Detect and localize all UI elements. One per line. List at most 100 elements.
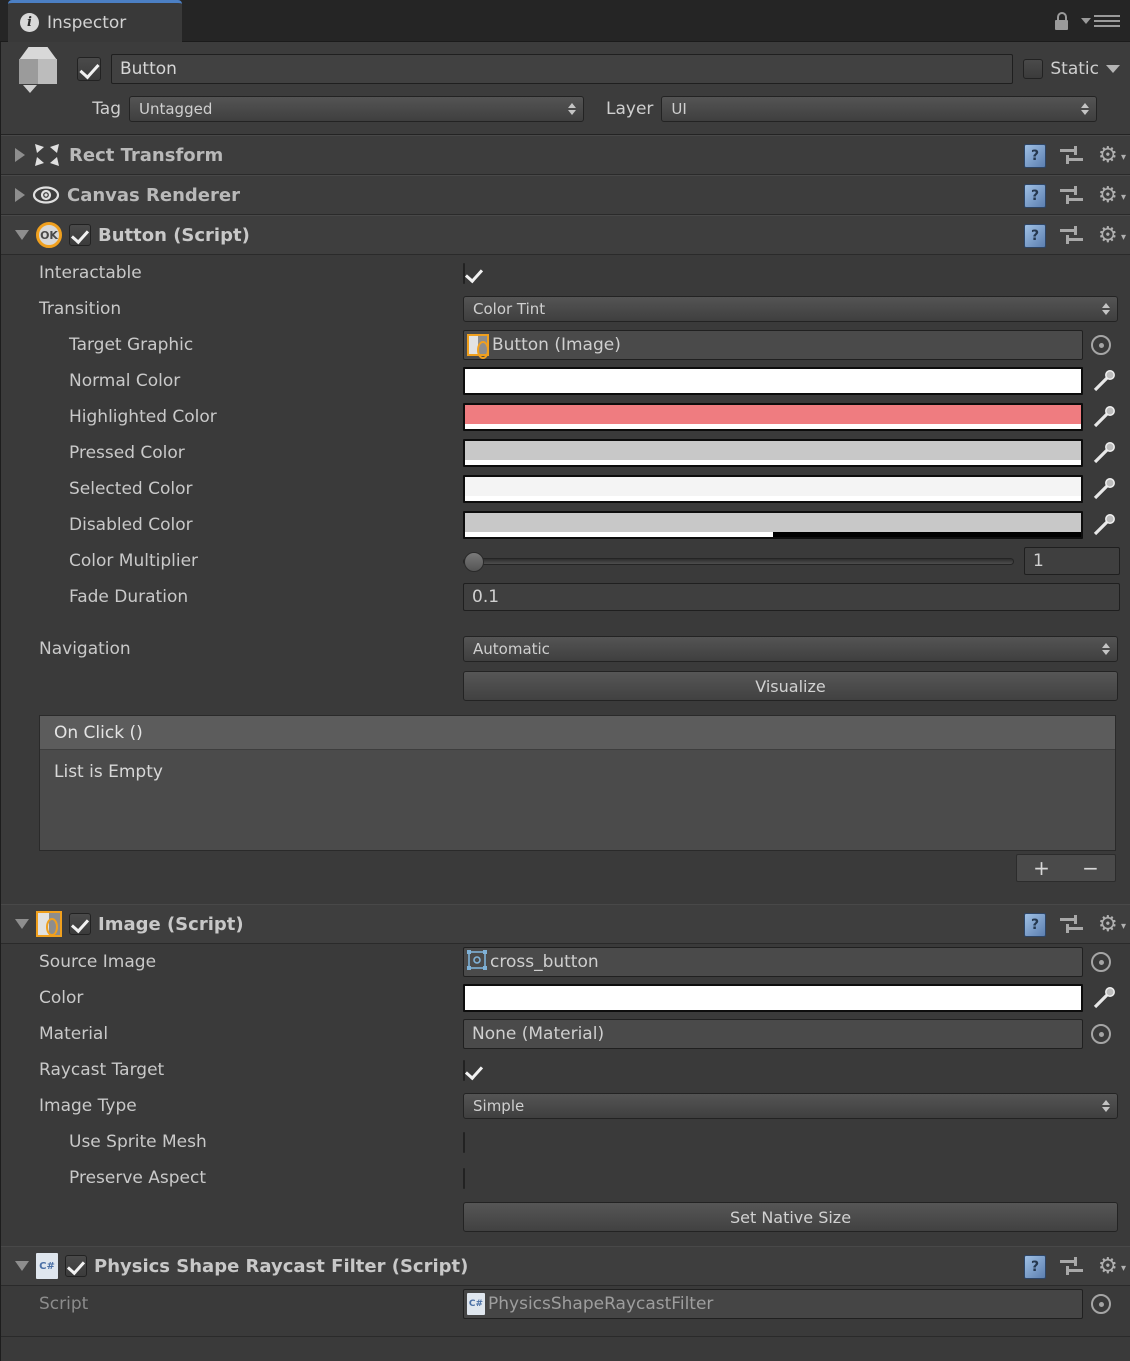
navigation-dropdown[interactable]: Automatic [463,636,1118,662]
static-label: Static [1050,59,1099,79]
fade-duration-input[interactable]: 0.1 [463,583,1120,611]
row-field: C# PhysicsShapeRaycastFilter [463,1289,1130,1319]
component-header-canvas-renderer[interactable]: Canvas Renderer ? ⚙ [1,175,1130,215]
static-dropdown-icon[interactable] [1106,65,1120,73]
eyedropper-icon[interactable] [1091,404,1117,430]
color-multiplier-input[interactable]: 1 [1024,547,1120,575]
component-header-button-script[interactable]: OK Button (Script) ? ⚙ [1,215,1130,255]
row-label: Fade Duration [69,587,189,607]
pressed-color-swatch[interactable] [463,439,1083,467]
gameobject-name-input[interactable]: Button [111,54,1014,84]
selected-color-swatch[interactable] [463,475,1083,503]
row-interactable: Interactable [1,255,1130,291]
eyedropper-icon[interactable] [1091,440,1117,466]
foldout-arrow-icon[interactable] [15,230,29,240]
gameobject-name-row: Button Static [11,47,1120,93]
preset-slider-icon[interactable] [1060,1257,1084,1277]
foldout-arrow-icon[interactable] [15,1261,29,1271]
material-object-field[interactable]: None (Material) [463,1019,1083,1049]
tabbar-right-controls [1054,0,1120,42]
component-header-actions: ? ⚙ [1024,1247,1126,1287]
preset-slider-icon[interactable] [1060,226,1084,246]
preset-slider-icon[interactable] [1060,146,1084,166]
ok-script-icon: OK [36,222,62,248]
gear-icon[interactable]: ⚙ [1098,145,1126,170]
image-type-dropdown[interactable]: Simple [463,1093,1118,1119]
foldout-arrow-icon[interactable] [15,148,25,162]
button-script-enabled-checkbox[interactable] [69,224,91,246]
gear-icon[interactable]: ⚙ [1098,914,1126,939]
row-use-sprite-mesh: Use Sprite Mesh [1,1124,1130,1160]
preset-slider-icon[interactable] [1060,915,1084,935]
target-graphic-picker-icon[interactable] [1091,335,1111,355]
script-picker-icon[interactable] [1091,1294,1111,1314]
help-book-icon[interactable]: ? [1024,913,1046,937]
layer-dropdown[interactable]: UI [661,96,1098,122]
component-header-image-script[interactable]: Image (Script) ? ⚙ [1,904,1130,944]
component-header-physics-shape-raycast-filter[interactable]: C# Physics Shape Raycast Filter (Script)… [1,1246,1130,1286]
tag-dropdown[interactable]: Untagged [129,96,584,122]
source-image-picker-icon[interactable] [1091,952,1111,972]
help-book-icon[interactable]: ? [1024,1255,1046,1279]
swatch-color [465,369,1081,388]
highlighted-color-swatch[interactable] [463,403,1083,431]
add-event-button[interactable]: + [1033,856,1050,880]
lock-icon[interactable] [1054,12,1069,30]
gear-icon[interactable]: ⚙ [1098,225,1126,250]
row-pressed-color: Pressed Color [1,435,1130,471]
image-script-enabled-checkbox[interactable] [69,913,91,935]
image-type-value: Simple [473,1097,525,1115]
row-label: Source Image [39,952,157,972]
on-click-event-list: On Click () List is Empty [39,715,1116,851]
gear-icon[interactable]: ⚙ [1098,185,1126,210]
row-field [463,403,1130,431]
disabled-color-swatch[interactable] [463,511,1083,539]
row-label: Pressed Color [69,443,185,463]
image-color-swatch[interactable] [463,984,1083,1012]
preserve-aspect-checkbox[interactable] [463,1167,465,1189]
physics-filter-enabled-checkbox[interactable] [65,1255,87,1277]
remove-event-button[interactable]: − [1082,856,1099,880]
interactable-checkbox[interactable] [463,262,465,284]
row-label: Use Sprite Mesh [69,1132,207,1152]
eyedropper-icon[interactable] [1091,512,1117,538]
component-header-rect-transform[interactable]: Rect Transform ? ⚙ [1,135,1130,175]
row-label: Interactable [39,263,142,283]
gameobject-enabled-checkbox[interactable] [77,57,101,81]
normal-color-swatch[interactable] [463,367,1083,395]
source-image-object-field[interactable]: cross_button [463,947,1083,977]
foldout-arrow-icon[interactable] [15,188,25,202]
raycast-target-checkbox[interactable] [463,1059,465,1081]
target-graphic-object-field[interactable]: Button (Image) [463,330,1083,360]
navigation-value: Automatic [473,640,550,658]
color-multiplier-slider[interactable] [463,551,1014,572]
row-field: Set Native Size [463,1202,1130,1232]
on-click-footer: + − [1,851,1130,890]
gear-icon[interactable]: ⚙ [1098,1256,1126,1281]
visualize-button[interactable]: Visualize [463,671,1118,701]
chevron-updown-icon [1102,643,1110,655]
tab-inspector[interactable]: i Inspector [8,0,182,42]
slider-knob[interactable] [464,551,484,572]
tag-label: Tag [92,99,121,119]
row-label: Color Multiplier [69,551,199,571]
help-book-icon[interactable]: ? [1024,224,1046,248]
preset-slider-icon[interactable] [1060,186,1084,206]
use-sprite-mesh-checkbox[interactable] [463,1131,465,1153]
eyedropper-icon[interactable] [1091,985,1117,1011]
foldout-arrow-icon[interactable] [15,919,29,929]
set-native-size-button[interactable]: Set Native Size [463,1202,1118,1232]
transition-dropdown[interactable]: Color Tint [463,296,1118,322]
eyedropper-icon[interactable] [1091,476,1117,502]
static-checkbox[interactable] [1023,59,1044,79]
help-book-icon[interactable]: ? [1024,144,1046,168]
material-picker-icon[interactable] [1091,1024,1111,1044]
eyedropper-icon[interactable] [1091,368,1117,394]
swatch-color [465,441,1081,460]
row-raycast-target: Raycast Target [1,1052,1130,1088]
hamburger-menu-icon[interactable] [1081,15,1120,27]
script-object-field[interactable]: C# PhysicsShapeRaycastFilter [463,1289,1083,1319]
row-label: Disabled Color [69,515,193,535]
on-click-empty-text: List is Empty [54,762,163,782]
help-book-icon[interactable]: ? [1024,184,1046,208]
